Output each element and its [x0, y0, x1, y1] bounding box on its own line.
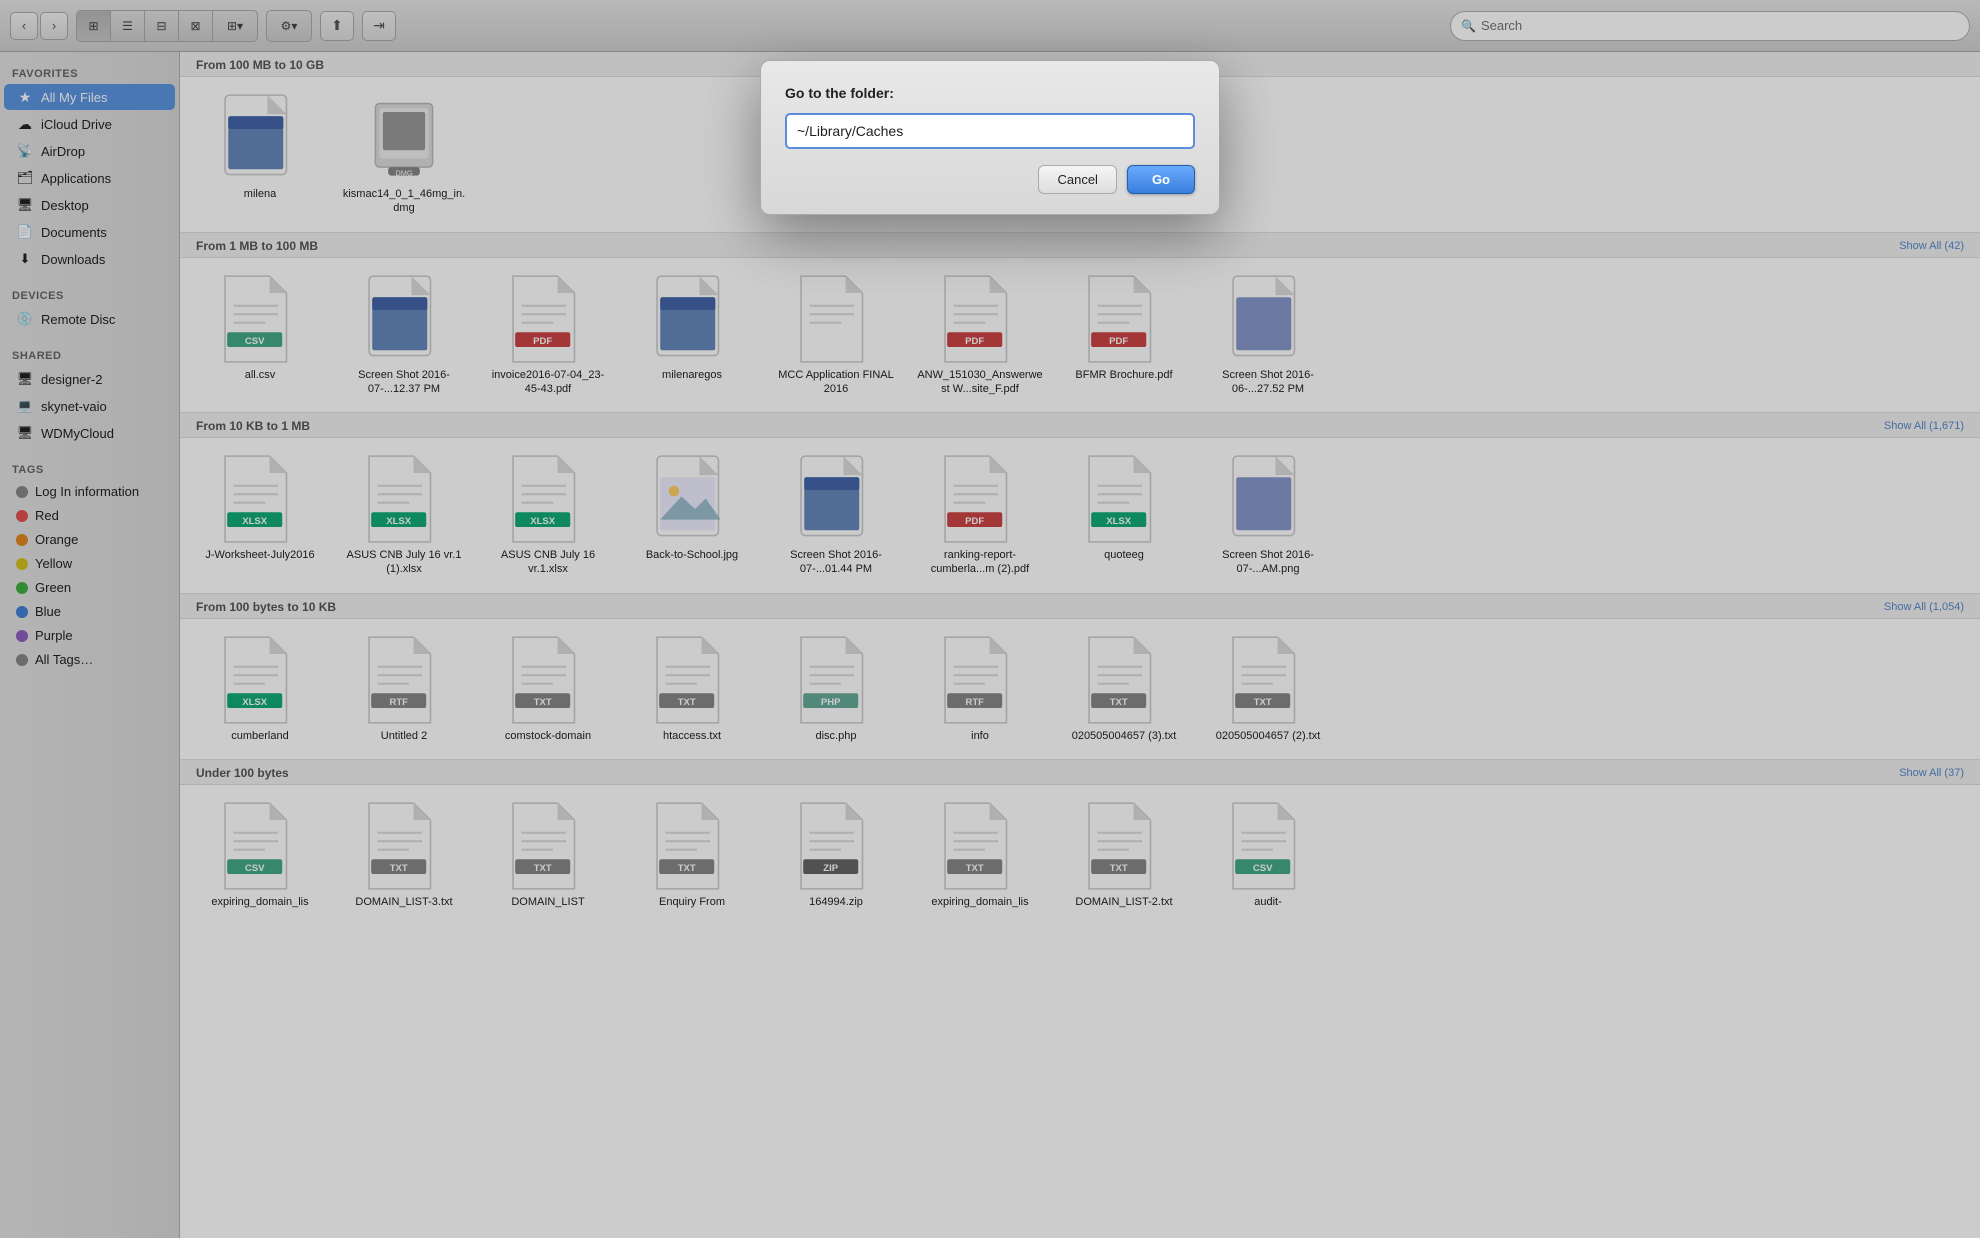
dialog-title: Go to the folder: — [785, 85, 1195, 101]
dialog-overlay: Go to the folder: Cancel Go — [0, 0, 1980, 1238]
dialog-buttons: Cancel Go — [785, 165, 1195, 194]
goto-folder-dialog: Go to the folder: Cancel Go — [760, 60, 1220, 215]
cancel-button[interactable]: Cancel — [1038, 165, 1116, 194]
go-button[interactable]: Go — [1127, 165, 1195, 194]
folder-path-input[interactable] — [785, 113, 1195, 149]
